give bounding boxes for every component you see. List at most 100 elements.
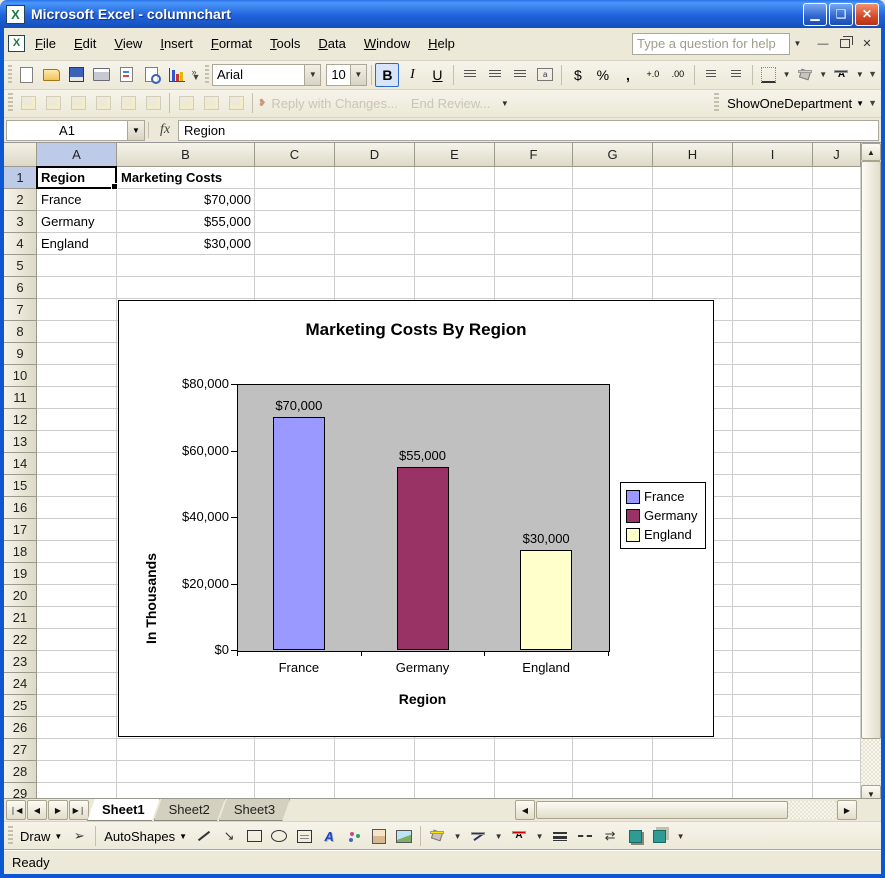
search-button[interactable] [115, 63, 139, 87]
question-dropdown-icon[interactable]: ▼ [790, 34, 805, 54]
align-center-button[interactable] [483, 63, 507, 87]
previous-sheet-button[interactable]: ◀ [27, 800, 47, 820]
formula-input[interactable]: Region [178, 120, 879, 141]
column-header-J[interactable]: J [813, 143, 861, 167]
hscroll-right-button[interactable]: ▶ [837, 800, 857, 820]
bold-button[interactable]: B [375, 63, 399, 87]
row-header-6[interactable]: 6 [4, 277, 37, 299]
menu-format[interactable]: Format [203, 32, 260, 55]
font-size-combo[interactable]: 10 ▼ [326, 64, 366, 86]
toolbar-grip[interactable] [8, 826, 13, 846]
menu-file[interactable]: File [27, 32, 64, 55]
fill-handle[interactable] [111, 183, 118, 190]
chart-legend[interactable]: FranceGermanyEngland [620, 482, 706, 549]
comma-button[interactable]: , [616, 63, 640, 87]
bar-england[interactable] [520, 550, 572, 650]
active-cell-border[interactable] [36, 166, 117, 189]
diagram-button[interactable] [342, 824, 366, 848]
font-color-button[interactable]: A [829, 63, 853, 87]
legend-item-germany[interactable]: Germany [626, 506, 703, 525]
row-header-28[interactable]: 28 [4, 761, 37, 783]
dash-style-button[interactable] [573, 824, 597, 848]
toolbar-grip[interactable] [8, 93, 13, 113]
name-box-dropdown-icon[interactable]: ▼ [128, 120, 145, 141]
increase-indent-button[interactable] [724, 63, 748, 87]
row-header-9[interactable]: 9 [4, 343, 37, 365]
scroll-down-button[interactable]: ▼ [861, 785, 881, 798]
vertical-scrollbar[interactable]: ▲ ▼ [861, 143, 881, 798]
menu-view[interactable]: View [106, 32, 150, 55]
draw-fill-color-dropdown-icon[interactable]: ▼ [450, 826, 465, 846]
currency-button[interactable]: $ [566, 63, 590, 87]
wordart-button[interactable]: A [317, 824, 341, 848]
row-header-1[interactable]: 1 [4, 167, 37, 189]
select-all-corner[interactable] [4, 143, 37, 167]
create-task-button[interactable] [174, 91, 198, 115]
text-box-button[interactable] [292, 824, 316, 848]
percent-button[interactable]: % [591, 63, 615, 87]
delete-comment-button[interactable] [141, 91, 165, 115]
bar-france[interactable] [273, 417, 325, 650]
clip-art-button[interactable] [367, 824, 391, 848]
cell-B4[interactable]: $30,000 [117, 233, 255, 255]
next-sheet-button[interactable]: ▶ [48, 800, 68, 820]
toolbar-grip[interactable] [205, 65, 209, 85]
draw-menu-button[interactable]: Draw ▼ [16, 829, 66, 844]
column-header-A[interactable]: A [37, 143, 117, 167]
fill-color-button[interactable] [793, 63, 817, 87]
font-color-dropdown-icon[interactable]: ▼ [854, 65, 865, 85]
autoshapes-menu-button[interactable]: AutoShapes ▼ [100, 829, 191, 844]
row-header-19[interactable]: 19 [4, 563, 37, 585]
row-header-5[interactable]: 5 [4, 255, 37, 277]
cell-A4[interactable]: England [37, 233, 117, 255]
menu-help[interactable]: Help [420, 32, 463, 55]
italic-button[interactable]: I [400, 63, 424, 87]
menu-data[interactable]: Data [310, 32, 353, 55]
column-header-F[interactable]: F [495, 143, 573, 167]
insert-picture-button[interactable] [392, 824, 416, 848]
merge-center-button[interactable]: a [533, 63, 557, 87]
shadow-style-button[interactable] [623, 824, 647, 848]
legend-item-england[interactable]: England [626, 525, 703, 544]
open-button[interactable] [40, 63, 64, 87]
toolbar-grip[interactable] [8, 65, 12, 85]
macro-toolbar-options-icon[interactable]: ▼ [866, 101, 879, 106]
row-header-17[interactable]: 17 [4, 519, 37, 541]
row-header-8[interactable]: 8 [4, 321, 37, 343]
cell-A3[interactable]: Germany [37, 211, 117, 233]
draw-font-color-button[interactable]: A [507, 824, 531, 848]
last-sheet-button[interactable]: ▶❘ [69, 800, 89, 820]
hscroll-left-button[interactable]: ◀ [515, 800, 535, 820]
first-sheet-button[interactable]: ❘◀ [6, 800, 26, 820]
row-header-18[interactable]: 18 [4, 541, 37, 563]
arrow-style-button[interactable]: ⇄ [598, 824, 622, 848]
row-header-2[interactable]: 2 [4, 189, 37, 211]
borders-dropdown-icon[interactable]: ▼ [781, 65, 792, 85]
align-right-button[interactable] [508, 63, 532, 87]
menu-window[interactable]: Window [356, 32, 418, 55]
question-input[interactable] [632, 33, 790, 55]
fill-color-dropdown-icon[interactable]: ▼ [818, 65, 829, 85]
doc-minimize-button[interactable]: — [815, 36, 831, 51]
row-header-26[interactable]: 26 [4, 717, 37, 739]
column-header-D[interactable]: D [335, 143, 415, 167]
drawing-toolbar-options-icon[interactable]: ▼ [673, 826, 688, 846]
horizontal-scroll-track[interactable] [536, 801, 836, 819]
select-objects-button[interactable]: ➢ [67, 824, 91, 848]
column-header-H[interactable]: H [653, 143, 733, 167]
insert-function-button[interactable]: fx [152, 122, 178, 138]
minimize-button[interactable]: ▁ [803, 3, 827, 26]
new-button[interactable] [15, 63, 39, 87]
font-name-dropdown-icon[interactable]: ▼ [304, 65, 320, 85]
update-file-button[interactable] [199, 91, 223, 115]
oval-button[interactable] [267, 824, 291, 848]
align-left-button[interactable] [458, 63, 482, 87]
close-button[interactable]: ✕ [855, 3, 879, 26]
menu-tools[interactable]: Tools [262, 32, 308, 55]
row-header-21[interactable]: 21 [4, 607, 37, 629]
decrease-indent-button[interactable] [699, 63, 723, 87]
previous-comment-button[interactable] [41, 91, 65, 115]
row-header-11[interactable]: 11 [4, 387, 37, 409]
row-header-16[interactable]: 16 [4, 497, 37, 519]
row-header-20[interactable]: 20 [4, 585, 37, 607]
